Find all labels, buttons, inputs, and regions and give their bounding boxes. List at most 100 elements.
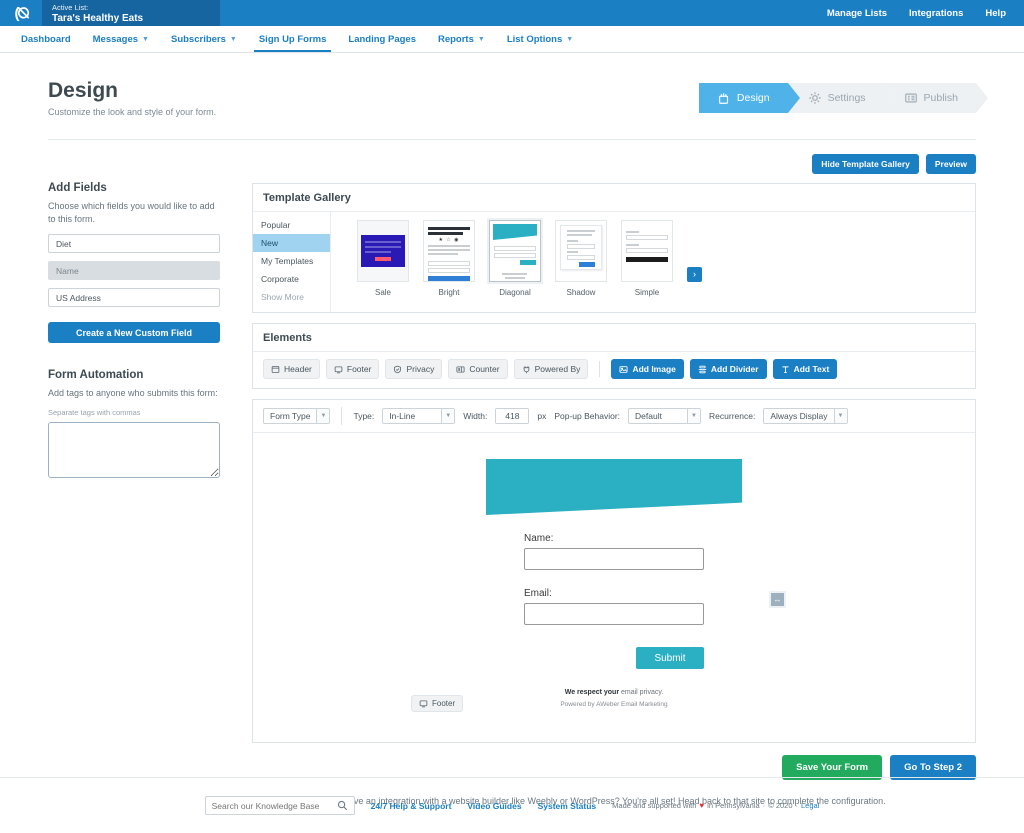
divider-icon [698,365,707,373]
aweber-logo[interactable]: (⦰ [0,0,42,26]
nav-item-sign-up-forms[interactable]: Sign Up Forms [248,26,338,52]
privacy-text-rest: email privacy. [619,689,664,696]
add-image-label: Add Image [632,364,676,374]
footer-element-tag[interactable]: Footer [411,695,464,712]
form-automation-hint: Separate tags with commas [48,408,141,417]
form-name-input[interactable] [524,548,704,570]
footer-link-video-guides[interactable]: Video Guides [467,801,521,811]
element-button-powered-by[interactable]: Powered By [513,359,589,379]
preview-button[interactable]: Preview [925,154,976,174]
form-preview: Name: Email: Submit We respect your emai… [411,459,786,712]
top-action-buttons: Hide Template Gallery Preview [252,154,976,174]
footer-monitor-icon [334,365,343,373]
popup-behavior-value: Default [635,411,662,421]
element-button-privacy[interactable]: Privacy [385,359,443,379]
template-category-corporate[interactable]: Corporate [253,270,330,288]
nav-label-sign-up-forms: Sign Up Forms [258,33,327,45]
template-card-shadow[interactable]: Shadow [555,220,607,297]
element-button-footer[interactable]: Footer [325,359,380,379]
chevron-down-icon: ▼ [142,35,149,43]
nav-item-landing-pages[interactable]: Landing Pages [337,26,427,52]
privacy-text: We respect your email privacy. [486,689,742,696]
field-option-name[interactable]: Name [48,261,220,280]
nav-item-subscribers[interactable]: Subscribers ▼ [160,26,248,52]
top-bar: (⦰ Active List: Tara's Healthy Eats Mana… [0,0,1024,26]
element-button-header[interactable]: Header [263,359,320,379]
template-category-show-more[interactable]: Show More [253,288,330,306]
template-label: Diagonal [499,288,531,297]
active-list-name: Tara's Healthy Eats [52,12,144,24]
main-content: Add Fields Choose which fields you would… [0,154,1024,806]
step-design[interactable]: Design [698,83,800,113]
template-category-popular[interactable]: Popular [253,216,330,234]
tags-input[interactable] [48,422,220,478]
form-type-value: Form Type [270,411,311,421]
popup-behavior-label: Pop-up Behavior: [554,411,621,421]
template-card-diagonal[interactable]: Diagonal [489,220,541,297]
gear-icon [808,92,821,104]
field-option-diet[interactable]: Diet [48,234,220,253]
template-label: Simple [634,288,660,297]
form-submit-button[interactable]: Submit [636,647,704,669]
form-type-select[interactable]: Form Type ▼ [263,408,331,424]
add-divider-button[interactable]: Add Divider [689,359,767,379]
thumbnail-art: ★ ☆ ◉ [424,221,474,281]
type-select[interactable]: In-Line ▼ [382,408,456,424]
footer-link-system-status[interactable]: System Status [538,801,597,811]
recurrence-select[interactable]: Always Display ▼ [763,408,848,424]
template-thumbnail-sale [357,220,409,282]
active-list-selector[interactable]: Active List: Tara's Healthy Eats [42,0,220,26]
template-card-simple[interactable]: Simple [621,220,673,297]
template-category-my-templates[interactable]: My Templates [253,252,330,270]
page-header: Design Customize the look and style of y… [0,53,1024,117]
create-custom-field-button[interactable]: Create a New Custom Field [48,322,220,343]
nav-item-dashboard[interactable]: Dashboard [10,26,82,52]
element-button-counter[interactable]: Counter [448,359,508,379]
footer-made-suffix: in Pennsylvania [707,801,760,810]
width-input[interactable]: 418 [495,408,530,424]
page-title: Design [48,79,119,102]
template-thumbnail-bright: ★ ☆ ◉ [423,220,475,282]
popup-behavior-select[interactable]: Default ▼ [628,408,702,424]
form-banner-image[interactable] [486,459,742,515]
nav-item-messages[interactable]: Messages ▼ [82,26,160,52]
hide-template-gallery-button[interactable]: Hide Template Gallery [812,154,919,174]
nav-item-list-options[interactable]: List Options ▼ [496,26,584,52]
right-panel: Hide Template Gallery Preview Template G… [220,154,976,806]
add-image-button[interactable]: Add Image [611,359,684,379]
heart-icon: ♥ [699,801,705,810]
top-link-help[interactable]: Help [985,8,1006,19]
step-settings[interactable]: Settings [787,83,896,113]
form-automation-description: Add tags to anyone who submits this form… [48,388,218,398]
knowledge-base-search[interactable] [204,796,355,815]
footer-made-prefix: Made and supported with [612,801,697,810]
nav-label-landing-pages: Landing Pages [348,33,416,45]
chevron-down-icon: ▼ [477,35,485,43]
add-text-button[interactable]: Add Text [772,359,838,379]
resize-handle-icon[interactable]: ↔ [769,591,786,608]
form-email-input[interactable] [524,603,704,625]
nav-label-reports: Reports [437,33,474,45]
template-category-new[interactable]: New [253,234,330,252]
add-fields-description: Choose which fields you would like to ad… [48,201,215,224]
top-link-integrations[interactable]: Integrations [909,8,963,19]
template-gallery-title: Template Gallery [253,184,975,212]
footer-monitor-icon [419,700,428,708]
footer-link-help-support[interactable]: 24/7 Help & Support [371,801,452,811]
form-name-label: Name: [524,533,554,544]
top-link-manage-lists[interactable]: Manage Lists [827,8,887,19]
search-icon[interactable] [337,800,348,811]
chevron-down-icon: ▼ [566,35,574,43]
element-label: Counter [469,364,500,374]
knowledge-base-search-input[interactable] [211,800,337,811]
template-card-sale[interactable]: Sale [357,220,409,297]
field-option-us-address[interactable]: US Address [48,288,220,307]
template-card-bright[interactable]: ★ ☆ ◉ Bright [423,220,475,297]
list-publish-icon [904,93,917,103]
step-publish[interactable]: Publish [883,83,989,113]
nav-item-reports[interactable]: Reports ▼ [427,26,496,52]
footer-link-legal[interactable]: Legal [801,801,819,810]
width-label: Width: [463,411,488,421]
gallery-next-button[interactable]: › [687,266,702,282]
chevron-down-icon: ▼ [316,409,330,423]
